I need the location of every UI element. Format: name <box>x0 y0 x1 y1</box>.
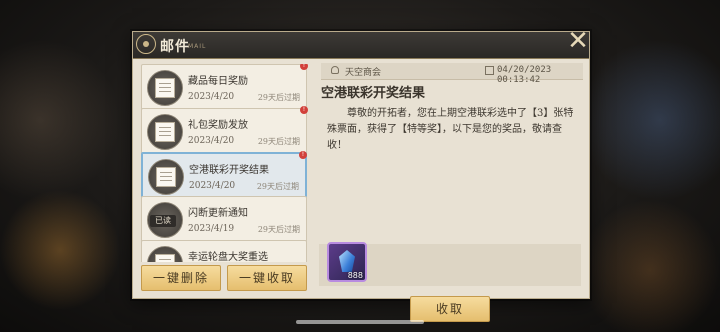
window-title: 邮件 <box>160 39 190 55</box>
send-time: 04/20/2023 00:13:42 <box>497 65 552 85</box>
crystal-icon <box>339 250 355 272</box>
claim-button[interactable]: 收取 <box>410 296 490 322</box>
read-letter-icon: 已读 <box>147 202 183 238</box>
mail-list[interactable]: 藏品每日奖励 2023/4/20 29天后过期 ! 礼包奖励发放 2023/4/… <box>137 64 309 262</box>
mail-date: 2023/4/20 <box>189 181 236 191</box>
mail-item[interactable]: 礼包奖励发放 2023/4/20 29天后过期 ! <box>141 106 308 154</box>
delete-all-button[interactable]: 一键删除 <box>141 265 221 291</box>
unread-dot-icon: ! <box>300 106 308 114</box>
mail-title: 空港联彩开奖结果 <box>321 86 426 101</box>
mail-item[interactable]: 藏品每日奖励 2023/4/20 29天后过期 ! <box>141 64 308 110</box>
letter-icon <box>148 159 184 195</box>
mail-subject: 藏品每日奖励 <box>188 76 248 87</box>
claim-all-button[interactable]: 一键收取 <box>227 265 307 291</box>
mail-detail: 天空商会 04/20/2023 00:13:42 空港联彩开奖结果 尊敬的开拓者… <box>315 60 585 322</box>
unread-dot-icon: ! <box>300 64 308 70</box>
letter-icon <box>147 70 183 106</box>
mail-subject: 幸运轮盘大奖重选 <box>188 252 268 262</box>
letter-icon <box>147 114 183 150</box>
mail-window: 邮件 MAIL 藏品每日奖励 2023/4/20 29天后过期 ! 礼包奖励发放… <box>132 31 590 322</box>
close-icon[interactable]: ✕ <box>563 28 593 58</box>
mail-date: 2023/4/20 <box>188 136 235 146</box>
title-bar: 邮件 MAIL <box>133 32 589 59</box>
mail-subject: 闪断更新通知 <box>188 208 248 219</box>
calendar-icon <box>485 66 494 75</box>
sender-bar: 天空商会 04/20/2023 00:13:42 <box>321 63 583 85</box>
letter-icon <box>147 246 183 262</box>
mail-subject: 礼包奖励发放 <box>188 120 248 131</box>
mail-item[interactable]: 已读 闪断更新通知 2023/4/19 29天后过期 <box>141 196 307 242</box>
read-badge: 已读 <box>150 215 176 227</box>
window-subtitle: MAIL <box>188 43 207 50</box>
home-indicator <box>296 320 424 324</box>
mail-expire: 29天后过期 <box>257 93 300 102</box>
mail-date: 2023/4/20 <box>188 92 235 102</box>
reward-item[interactable]: 888 <box>327 242 367 282</box>
person-icon <box>331 66 339 74</box>
item-count: 888 <box>347 271 363 280</box>
sender-name: 天空商会 <box>345 68 382 78</box>
mail-body: 尊敬的开拓者，您在上期空港联彩选中了【3】张特殊票面，获得了【特等奖】，以下是您… <box>327 108 574 151</box>
mail-expire: 29天后过期 <box>257 137 300 146</box>
mail-emblem-icon <box>136 34 156 54</box>
unread-dot-icon: ! <box>299 151 307 159</box>
mail-expire: 29天后过期 <box>257 225 300 234</box>
mail-date: 2023/4/19 <box>188 224 235 234</box>
mail-expire: 29天后过期 <box>256 182 299 191</box>
mail-item[interactable]: 幸运轮盘大奖重选 <box>141 240 307 262</box>
mail-item-selected[interactable]: 空港联彩开奖结果 2023/4/20 29天后过期 ! <box>141 151 307 198</box>
mail-subject: 空港联彩开奖结果 <box>189 165 269 176</box>
